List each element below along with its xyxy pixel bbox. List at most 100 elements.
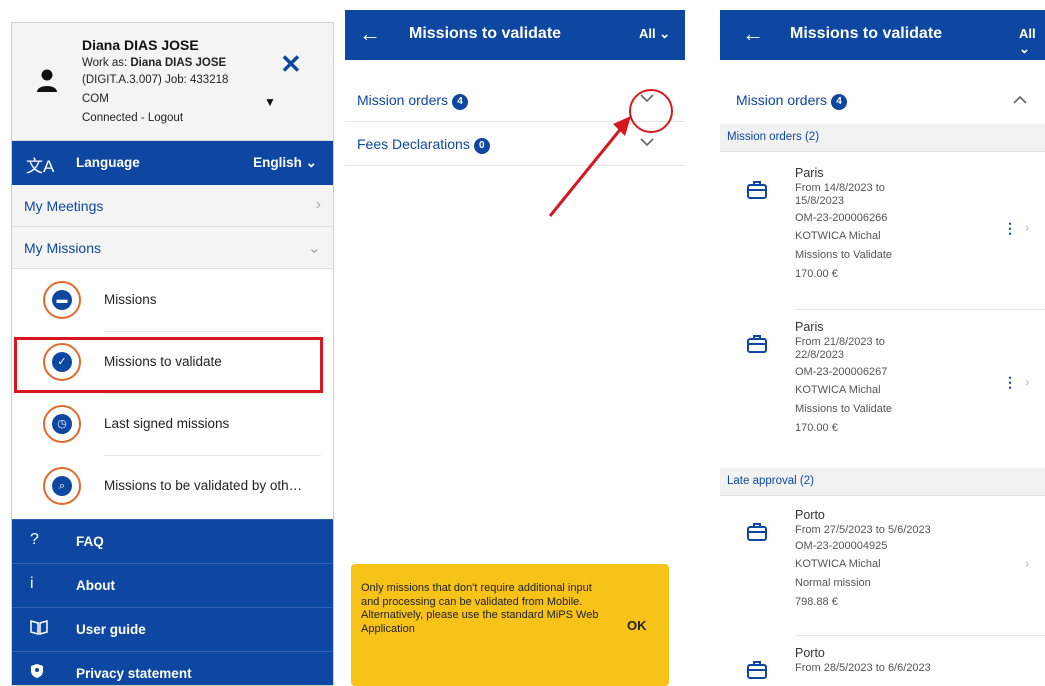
annotation-arrow-icon bbox=[548, 116, 631, 217]
more-vert-icon[interactable]: ⋮ bbox=[1003, 220, 1017, 237]
info-toast: Only missions that don't require additio… bbox=[351, 564, 669, 686]
mission-person: KOTWICA Michal bbox=[795, 384, 881, 396]
back-arrow-icon[interactable]: ← bbox=[742, 21, 764, 47]
mission-person: KOTWICA Michal bbox=[795, 558, 881, 570]
my-meetings-label: My Meetings bbox=[24, 198, 104, 214]
mission-type: Normal mission bbox=[795, 577, 871, 589]
fees-declarations-text: Fees Declarations bbox=[357, 136, 470, 152]
my-missions-label: My Missions bbox=[24, 240, 102, 256]
info-icon: i bbox=[30, 575, 34, 592]
group-header-mission-orders: Mission orders (2) bbox=[720, 124, 1045, 152]
screen-title: Missions to validate bbox=[409, 25, 562, 42]
briefcase-icon bbox=[747, 523, 767, 541]
menu-my-missions[interactable]: My Missions ⌄ bbox=[12, 227, 333, 269]
language-label: Language bbox=[76, 155, 140, 170]
group-header-late-approval: Late approval (2) bbox=[720, 468, 1045, 496]
work-as-name: Diana DIAS JOSE bbox=[130, 57, 227, 69]
mission-orders-label: Mission orders 4 bbox=[357, 92, 469, 110]
fees-declarations-label: Fees Declarations 0 bbox=[357, 136, 490, 154]
book-icon bbox=[30, 619, 48, 640]
mission-reference: OM-23-200004925 bbox=[795, 540, 888, 552]
connected-logout[interactable]: Connected - Logout bbox=[82, 112, 183, 124]
mission-city: Porto bbox=[795, 646, 825, 660]
mission-dates: From 28/5/2023 to 6/6/2023 bbox=[795, 662, 931, 674]
more-vert-icon[interactable]: ⋮ bbox=[1003, 374, 1017, 391]
screen-title: Missions to validate bbox=[790, 25, 943, 42]
menu-last-signed-label: Last signed missions bbox=[104, 416, 230, 431]
mission-dates-end: 22/8/2023 bbox=[795, 349, 844, 361]
department-job: (DIGIT.A.3.007) Job: 433218 bbox=[82, 74, 229, 86]
mission-amount: 170.00 € bbox=[795, 268, 838, 280]
chevron-up-icon[interactable] bbox=[1012, 92, 1028, 108]
language-select[interactable]: English ⌄ bbox=[253, 155, 317, 171]
side-menu: Diana DIAS JOSE Work as: Diana DIAS JOSE… bbox=[11, 22, 334, 686]
mission-type: Missions to Validate bbox=[795, 403, 893, 415]
menu-validated-by-others-label: Missions to be validated by oth… bbox=[104, 478, 303, 493]
chevron-right-icon[interactable]: › bbox=[1025, 220, 1029, 235]
user-guide-label: User guide bbox=[76, 622, 146, 637]
chevron-right-icon[interactable]: › bbox=[1025, 556, 1029, 571]
count-badge: 0 bbox=[473, 138, 490, 154]
faq-label: FAQ bbox=[76, 534, 104, 549]
group-label: Late approval (2) bbox=[727, 475, 814, 487]
mission-amount: 798.88 € bbox=[795, 596, 838, 608]
count-badge: 4 bbox=[831, 94, 848, 110]
menu-privacy-statement[interactable]: Privacy statement bbox=[12, 651, 333, 685]
count-badge: 4 bbox=[452, 94, 469, 110]
back-arrow-icon[interactable]: ← bbox=[359, 21, 381, 47]
toast-message: Only missions that don't require additio… bbox=[361, 582, 599, 635]
mission-dates: From 14/8/2023 to bbox=[795, 182, 885, 194]
toast-ok-button[interactable]: OK bbox=[627, 618, 647, 633]
stopwatch-icon: ◷ bbox=[43, 405, 81, 443]
privacy-label: Privacy statement bbox=[76, 666, 192, 681]
briefcase-icon bbox=[747, 335, 767, 353]
filter-select[interactable]: All ⌄ bbox=[639, 26, 670, 42]
menu-missions-label: Missions bbox=[104, 292, 157, 307]
list-item[interactable]: Porto From 27/5/2023 to 5/6/2023 OM-23-2… bbox=[720, 500, 1045, 636]
person-icon bbox=[37, 69, 57, 92]
mission-reference: OM-23-200006266 bbox=[795, 212, 888, 224]
list-item[interactable]: Paris From 14/8/2023 to 15/8/2023 OM-23-… bbox=[720, 158, 1045, 310]
menu-my-meetings[interactable]: My Meetings › bbox=[12, 185, 333, 227]
mission-dates-end: 15/8/2023 bbox=[795, 195, 844, 207]
profile-dropdown-icon[interactable]: ▼ bbox=[264, 95, 276, 109]
accordion-mission-orders[interactable]: Mission orders 4 bbox=[720, 78, 1045, 124]
list-item[interactable]: Paris From 21/8/2023 to 22/8/2023 OM-23-… bbox=[720, 312, 1045, 464]
menu-missions[interactable]: ▬ Missions bbox=[12, 270, 333, 332]
menu-missions-validated-by-others[interactable]: ⌕ Missions to be validated by oth… bbox=[12, 456, 333, 518]
language-row[interactable]: 文A Language English ⌄ bbox=[12, 141, 333, 185]
briefcase-icon: ▬ bbox=[43, 281, 81, 319]
menu-about[interactable]: i About bbox=[12, 563, 333, 607]
app-bar: ← Missions to validate All ⌄ bbox=[720, 10, 1045, 60]
mission-reference: OM-23-200006267 bbox=[795, 366, 888, 378]
about-label: About bbox=[76, 578, 115, 593]
divider bbox=[795, 635, 1045, 636]
user-header: Diana DIAS JOSE Work as: Diana DIAS JOSE… bbox=[12, 23, 333, 141]
search-icon: ⌕ bbox=[43, 467, 81, 505]
menu-last-signed-missions[interactable]: ◷ Last signed missions bbox=[12, 394, 333, 456]
work-as-prefix: Work as: bbox=[82, 57, 131, 69]
highlight-box bbox=[14, 337, 323, 393]
menu-user-guide[interactable]: User guide bbox=[12, 607, 333, 651]
mission-city: Paris bbox=[795, 320, 824, 334]
group-label: Mission orders (2) bbox=[727, 131, 820, 143]
institution: COM bbox=[82, 93, 109, 105]
question-icon: ? bbox=[30, 531, 39, 548]
mission-orders-text: Mission orders bbox=[357, 92, 449, 108]
mission-orders-text: Mission orders bbox=[736, 92, 828, 108]
mission-city: Paris bbox=[795, 166, 824, 180]
chevron-right-icon: › bbox=[315, 196, 321, 213]
divider bbox=[795, 309, 1045, 310]
chevron-down-icon: ⌄ bbox=[307, 240, 321, 257]
menu-faq[interactable]: ? FAQ bbox=[12, 519, 333, 563]
chevron-right-icon[interactable]: › bbox=[1025, 374, 1029, 389]
work-as-line: Work as: Diana DIAS JOSE bbox=[82, 57, 226, 69]
mission-city: Porto bbox=[795, 508, 825, 522]
close-icon[interactable]: ✕ bbox=[280, 51, 302, 77]
missions-to-validate-expanded-screen: ← Missions to validate All ⌄ Mission ord… bbox=[720, 10, 1045, 686]
filter-select[interactable]: All ⌄ bbox=[1019, 26, 1045, 57]
mission-person: KOTWICA Michal bbox=[795, 230, 881, 242]
mission-amount: 170.00 € bbox=[795, 422, 838, 434]
app-bar: ← Missions to validate All ⌄ bbox=[345, 10, 685, 60]
list-item[interactable]: Porto From 28/5/2023 to 6/6/2023 bbox=[720, 638, 1045, 686]
